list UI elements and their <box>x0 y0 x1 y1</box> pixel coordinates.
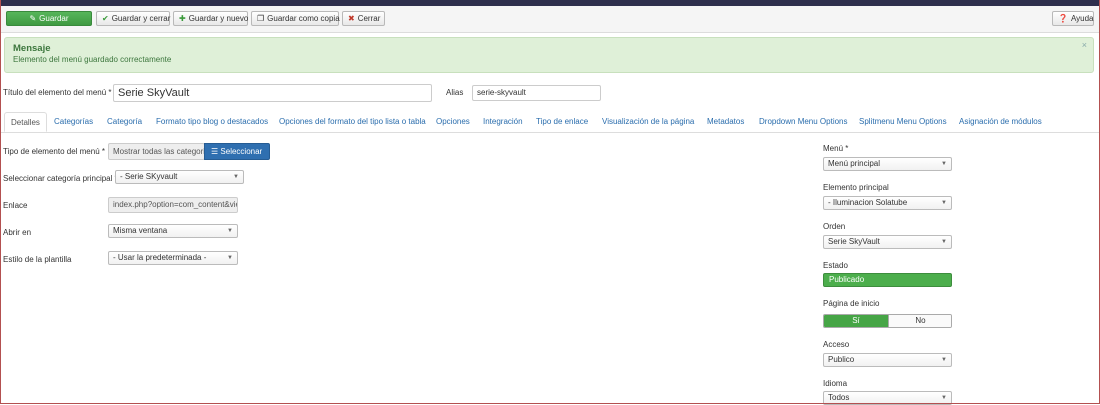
window-border <box>0 0 1100 404</box>
